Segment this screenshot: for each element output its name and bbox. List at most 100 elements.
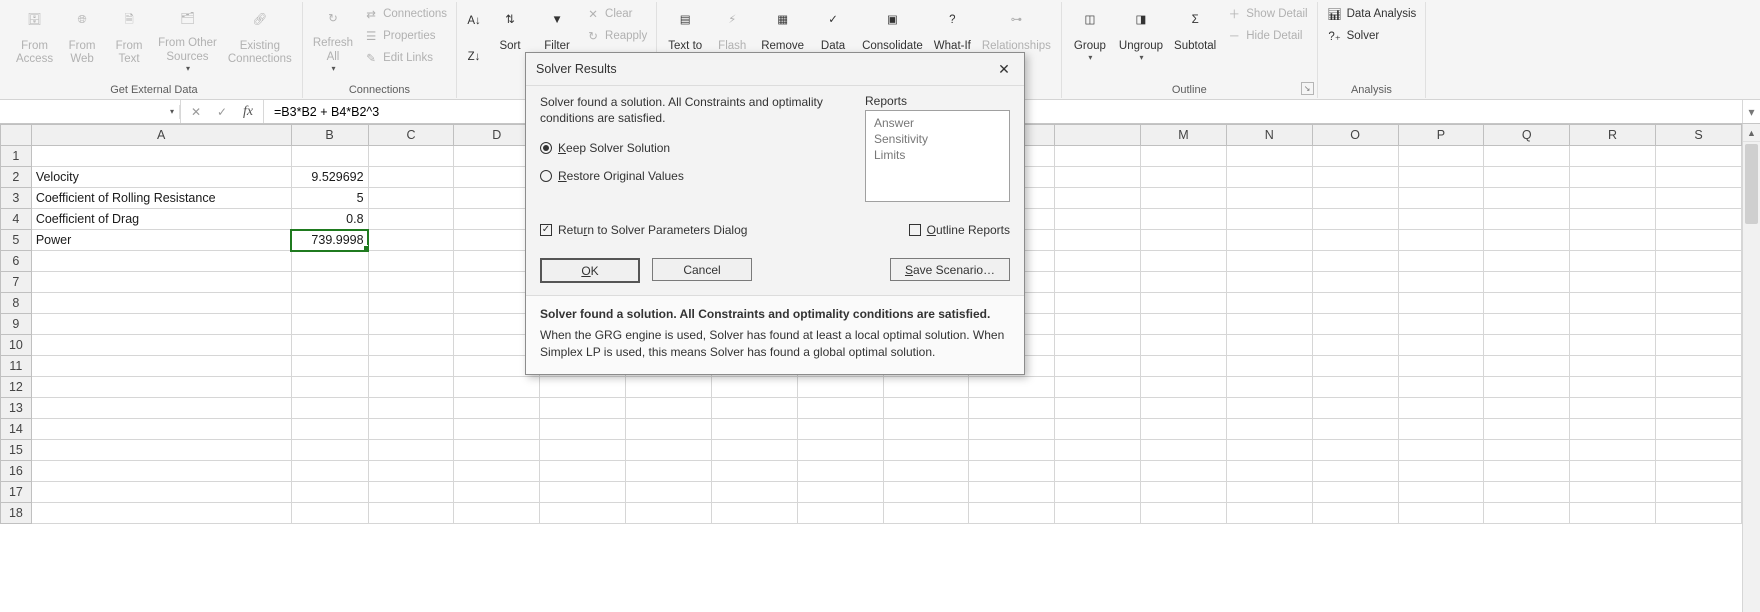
cell[interactable] — [1055, 356, 1141, 377]
data-analysis-button[interactable]: 📊︎ Data Analysis — [1324, 4, 1420, 24]
cell[interactable] — [1655, 188, 1741, 209]
cell[interactable] — [1484, 419, 1570, 440]
cell[interactable] — [1570, 293, 1656, 314]
cell[interactable] — [969, 503, 1055, 524]
cell[interactable] — [454, 440, 540, 461]
cell[interactable] — [1141, 251, 1227, 272]
cell[interactable] — [1655, 419, 1741, 440]
cell[interactable] — [1055, 482, 1141, 503]
cell[interactable] — [1570, 335, 1656, 356]
cell[interactable] — [1655, 335, 1741, 356]
cell[interactable] — [1055, 461, 1141, 482]
cell[interactable] — [540, 482, 626, 503]
cell[interactable] — [31, 335, 291, 356]
cell[interactable] — [1312, 461, 1398, 482]
cell[interactable] — [291, 314, 368, 335]
cell[interactable] — [31, 251, 291, 272]
cell[interactable] — [31, 272, 291, 293]
reapply-filter-button[interactable]: ↻ Reapply — [582, 26, 650, 46]
cell[interactable] — [1484, 188, 1570, 209]
cell[interactable] — [454, 503, 540, 524]
fx-icon[interactable]: fx — [239, 104, 257, 120]
cell[interactable] — [1570, 209, 1656, 230]
cell[interactable] — [1141, 335, 1227, 356]
cell[interactable] — [969, 419, 1055, 440]
cell[interactable] — [31, 314, 291, 335]
select-all-corner[interactable] — [1, 125, 32, 146]
cell[interactable] — [1312, 293, 1398, 314]
cell[interactable] — [1655, 503, 1741, 524]
cell[interactable] — [540, 440, 626, 461]
cell[interactable] — [1570, 440, 1656, 461]
cell[interactable] — [454, 377, 540, 398]
clear-filter-button[interactable]: ✕ Clear — [582, 4, 650, 24]
cell[interactable] — [1484, 167, 1570, 188]
cell[interactable] — [1226, 314, 1312, 335]
cell[interactable] — [1398, 230, 1484, 251]
cell[interactable]: 739.9998 — [291, 230, 368, 251]
cell[interactable] — [1398, 146, 1484, 167]
cell[interactable] — [883, 398, 969, 419]
cell[interactable] — [291, 398, 368, 419]
cell[interactable] — [1141, 461, 1227, 482]
cell[interactable] — [969, 440, 1055, 461]
cell[interactable] — [1226, 356, 1312, 377]
cell[interactable] — [1226, 419, 1312, 440]
column-header[interactable]: R — [1570, 125, 1656, 146]
cancel-formula-icon[interactable]: ✕ — [187, 105, 205, 119]
cell[interactable] — [711, 461, 797, 482]
cell[interactable] — [1312, 188, 1398, 209]
row-header[interactable]: 16 — [1, 461, 32, 482]
cell[interactable] — [1312, 314, 1398, 335]
scroll-thumb[interactable] — [1745, 144, 1758, 224]
cell[interactable] — [1226, 482, 1312, 503]
cell[interactable]: 5 — [291, 188, 368, 209]
cell[interactable] — [797, 419, 883, 440]
cell[interactable] — [1570, 398, 1656, 419]
cell[interactable]: Coefficient of Rolling Resistance — [31, 188, 291, 209]
cell[interactable] — [368, 440, 454, 461]
cell[interactable] — [1055, 335, 1141, 356]
cell[interactable] — [1226, 146, 1312, 167]
cell[interactable] — [1312, 146, 1398, 167]
close-icon[interactable]: ✕ — [994, 59, 1014, 79]
cell[interactable] — [1398, 419, 1484, 440]
accept-formula-icon[interactable]: ✓ — [213, 105, 231, 119]
cell[interactable] — [1141, 314, 1227, 335]
refresh-all-button[interactable]: ↻ RefreshAll ▾ — [309, 2, 357, 76]
cell[interactable]: Velocity — [31, 167, 291, 188]
cell[interactable]: Coefficient of Drag — [31, 209, 291, 230]
show-detail-button[interactable]: ＋ Show Detail — [1223, 4, 1310, 24]
cell[interactable] — [454, 419, 540, 440]
cell[interactable] — [1655, 314, 1741, 335]
cell[interactable] — [1655, 398, 1741, 419]
cell[interactable] — [540, 398, 626, 419]
cell[interactable] — [1398, 272, 1484, 293]
cell[interactable] — [1398, 209, 1484, 230]
cell[interactable] — [291, 377, 368, 398]
cell[interactable] — [368, 272, 454, 293]
cell[interactable] — [1398, 503, 1484, 524]
cell[interactable] — [626, 461, 712, 482]
row-header[interactable]: 6 — [1, 251, 32, 272]
cell[interactable] — [711, 398, 797, 419]
cell[interactable] — [540, 377, 626, 398]
cell[interactable] — [454, 398, 540, 419]
cell[interactable] — [368, 377, 454, 398]
cell[interactable] — [540, 503, 626, 524]
cell[interactable] — [1398, 335, 1484, 356]
cell[interactable] — [1141, 377, 1227, 398]
cell[interactable] — [1655, 461, 1741, 482]
cell[interactable] — [1226, 293, 1312, 314]
cell[interactable] — [1226, 335, 1312, 356]
cell[interactable] — [1655, 377, 1741, 398]
row-header[interactable]: 3 — [1, 188, 32, 209]
cell[interactable] — [1226, 167, 1312, 188]
cell[interactable] — [1226, 230, 1312, 251]
cell[interactable] — [1141, 503, 1227, 524]
cell[interactable] — [797, 377, 883, 398]
cell[interactable] — [1570, 461, 1656, 482]
connections-button[interactable]: ⇄ Connections — [360, 4, 450, 24]
outline-dialog-launcher[interactable]: ↘ — [1301, 82, 1314, 95]
cell[interactable] — [1141, 419, 1227, 440]
